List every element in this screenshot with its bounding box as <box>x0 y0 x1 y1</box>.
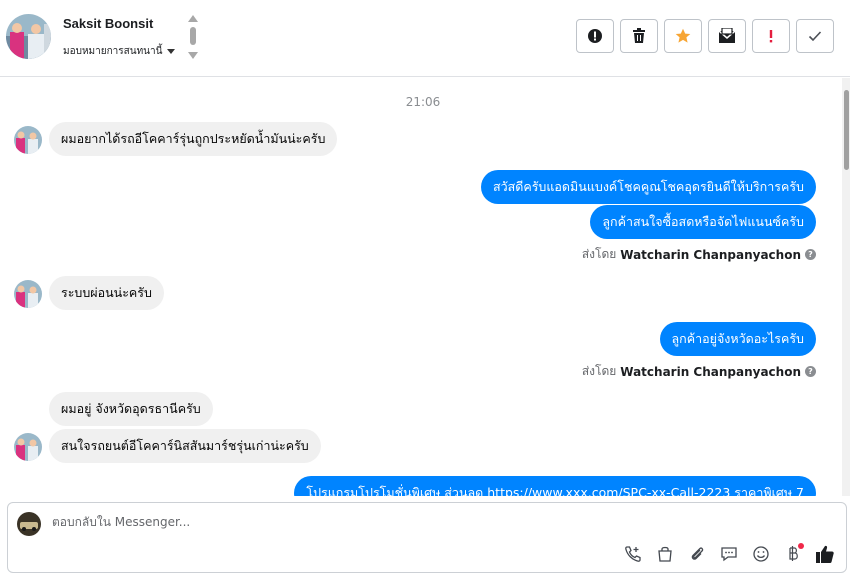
outgoing-message: สวัสดีครับแอดมินแบงค์โชคคูณโชคอุดรยินดีใ… <box>480 170 816 204</box>
notification-dot <box>798 543 804 549</box>
reply-input[interactable] <box>52 515 652 529</box>
message-bubble[interactable]: ลูกค้าอยู่จังหวัดอะไรครับ <box>659 322 816 356</box>
alert-circle-icon <box>588 29 602 43</box>
sent-by-name[interactable]: Watcharin Chanpanyachon <box>620 248 801 262</box>
sent-by-name[interactable]: Watcharin Chanpanyachon <box>620 365 801 379</box>
incoming-message: ผมอยากได้รถอีโคคาร์รุ่นถูกประหยัดน้ำมันน… <box>49 122 338 156</box>
emoji-button[interactable] <box>750 543 772 565</box>
message-bubble[interactable]: ผมอยู่ จังหวัดอุดรธานีครับ <box>49 392 213 426</box>
assign-label: มอบหมายการสนทนานี้ <box>63 46 163 57</box>
message-bubble[interactable]: ระบบผ่อนน่ะครับ <box>49 276 164 310</box>
composer-toolbar <box>622 543 836 565</box>
chevron-down-icon <box>167 49 176 54</box>
chat-scrollbar[interactable] <box>842 78 850 496</box>
phone-plus-icon <box>625 546 641 562</box>
trash-icon <box>633 28 645 43</box>
star-icon <box>675 28 691 43</box>
envelope-icon <box>718 28 736 43</box>
spam-alert-button[interactable] <box>576 19 614 53</box>
incoming-message: ระบบผ่อนน่ะครับ <box>49 276 164 310</box>
chat-bubble-icon <box>721 547 737 562</box>
saved-replies-button[interactable] <box>718 543 740 565</box>
outgoing-message: ลูกค้าสนใจซื้อสดหรือจัดไฟแนนซ์ครับ <box>590 205 816 239</box>
shop-button[interactable] <box>654 543 676 565</box>
message-bubble[interactable]: สนใจรถยนต์อีโคคาร์นิสสันมาร์ชรุ่นเก่าน่ะ… <box>49 429 321 463</box>
page-avatar <box>17 512 41 536</box>
message-bubble[interactable]: ผมอยากได้รถอีโคคาร์รุ่นถูกประหยัดน้ำมันน… <box>49 122 338 156</box>
exclamation-icon <box>769 30 773 43</box>
incoming-message: ผมอยู่ จังหวัดอุดรธานีครับ <box>49 392 213 426</box>
conversation-header: Saksit Boonsit มอบหมายการสนทนานี้ <box>0 0 850 77</box>
outgoing-message: โปรแกรมโปรโมชั่นพิเศษ ส่วนลด https://www… <box>294 476 816 496</box>
mark-done-button[interactable] <box>796 19 834 53</box>
help-icon[interactable]: ? <box>805 366 816 377</box>
message-thread[interactable]: 21:06 ผมอยากได้รถอีโคคาร์รุ่นถูกประหยัดน… <box>0 78 850 496</box>
sent-by-label: ส่งโดย Watcharin Chanpanyachon ? <box>582 362 816 381</box>
sender-avatar[interactable] <box>14 433 42 461</box>
reply-composer <box>7 502 847 573</box>
message-bubble[interactable]: สวัสดีครับแอดมินแบงค์โชคคูณโชคอุดรยินดีใ… <box>480 170 816 204</box>
message-bubble[interactable]: โปรแกรมโปรโมชั่นพิเศษ ส่วนลด https://www… <box>294 476 816 496</box>
incoming-message: สนใจรถยนต์อีโคคาร์นิสสันมาร์ชรุ่นเก่าน่ะ… <box>49 429 321 463</box>
payment-button[interactable] <box>782 543 804 565</box>
conversation-actions <box>576 19 834 53</box>
help-icon[interactable]: ? <box>805 249 816 260</box>
smiley-icon <box>753 546 769 562</box>
assign-conversation-dropdown[interactable]: มอบหมายการสนทนานี้ <box>63 44 176 59</box>
thumbs-up-icon <box>816 545 834 563</box>
shopping-bag-icon <box>658 546 672 562</box>
mark-unread-button[interactable] <box>708 19 746 53</box>
star-button[interactable] <box>664 19 702 53</box>
follow-up-button[interactable] <box>752 19 790 53</box>
checkmark-icon <box>808 31 822 42</box>
like-button[interactable] <box>814 543 836 565</box>
sender-avatar[interactable] <box>14 126 42 154</box>
scrollbar-thumb[interactable] <box>844 90 849 170</box>
message-timestamp: 21:06 <box>405 95 441 109</box>
sent-by-label: ส่งโดย Watcharin Chanpanyachon ? <box>582 245 816 264</box>
paperclip-icon <box>691 547 704 560</box>
outgoing-message: ลูกค้าอยู่จังหวัดอะไรครับ <box>659 322 816 356</box>
contact-name[interactable]: Saksit Boonsit <box>63 16 153 31</box>
sent-by-prefix: ส่งโดย <box>581 364 617 378</box>
delete-button[interactable] <box>620 19 658 53</box>
contact-avatar[interactable] <box>6 14 51 59</box>
attach-button[interactable] <box>686 543 708 565</box>
sender-avatar[interactable] <box>14 280 42 308</box>
header-scroll-control[interactable] <box>187 14 199 60</box>
sent-by-prefix: ส่งโดย <box>581 247 617 261</box>
message-bubble[interactable]: ลูกค้าสนใจซื้อสดหรือจัดไฟแนนซ์ครับ <box>590 205 816 239</box>
call-button[interactable] <box>622 543 644 565</box>
